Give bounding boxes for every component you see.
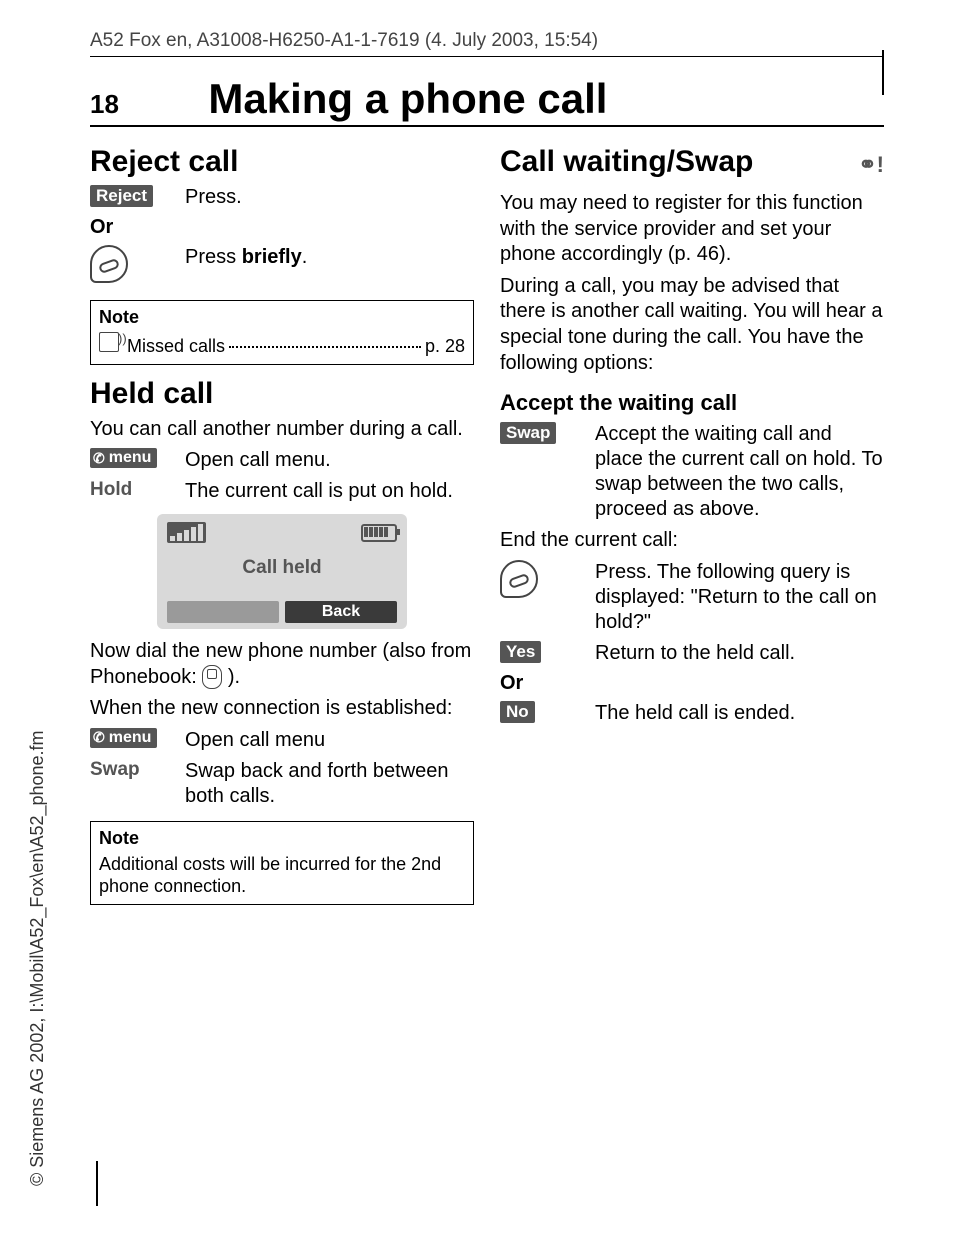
yes-softkey: Yes xyxy=(500,641,541,663)
title-row: 18 Making a phone call xyxy=(90,75,884,127)
swap-label: Swap xyxy=(90,759,140,780)
note2-body: Additional costs will be incurred for th… xyxy=(99,853,465,898)
heading-reject-call: Reject call xyxy=(90,145,474,179)
note-box-costs: Note Additional costs will be incurred f… xyxy=(90,821,474,905)
heading-call-waiting: Call waiting/Swap xyxy=(500,145,753,179)
hold-label: Hold xyxy=(90,479,132,500)
dot-leader xyxy=(229,346,421,348)
note2-title: Note xyxy=(99,828,465,849)
crop-mark-bl xyxy=(96,1161,98,1206)
note-box-missed: Note Missed calls p. 28 xyxy=(90,300,474,365)
left-column: Reject call Reject Press. Or Press brief… xyxy=(90,145,474,917)
when-connection: When the new connection is established: xyxy=(90,696,474,722)
swap-softkey: Swap xyxy=(500,422,556,444)
held-intro: You can call another number during a cal… xyxy=(90,417,474,443)
header-rule xyxy=(90,56,884,57)
end-current-label: End the current call: xyxy=(500,528,884,554)
page-number: 18 xyxy=(90,89,119,120)
press-briefly-pre: Press xyxy=(185,246,242,268)
no-softkey: No xyxy=(500,701,535,723)
heading-held-call: Held call xyxy=(90,377,474,411)
now-dial-post: ). xyxy=(222,666,240,688)
no-desc: The held call is ended. xyxy=(595,701,884,726)
reject-softkey: Reject xyxy=(90,185,153,207)
battery-icon xyxy=(361,524,397,542)
phone-screen-illustration: Call held Back xyxy=(157,514,407,629)
screen-status-text: Call held xyxy=(167,549,397,601)
page-title: Making a phone call xyxy=(208,75,607,123)
or-label-2: Or xyxy=(500,672,884,695)
network-dependent-icon: ⚭! xyxy=(858,152,884,178)
note-title: Note xyxy=(99,307,465,328)
menu-desc: Open call menu. xyxy=(185,448,474,473)
press-briefly: Press briefly. xyxy=(185,245,474,270)
screen-left-softkey xyxy=(167,601,279,623)
signal-icon xyxy=(167,522,206,543)
missed-calls-icon xyxy=(99,332,119,352)
phonebook-key-icon xyxy=(202,665,222,689)
now-dial-text: Now dial the new phone number (also from… xyxy=(90,639,474,690)
screen-back-softkey: Back xyxy=(285,601,397,623)
press-briefly-bold: briefly xyxy=(242,246,302,268)
yes-desc: Return to the held call. xyxy=(595,641,884,666)
menu-softkey-2: menu xyxy=(90,728,157,748)
note-missed-line: Missed calls p. 28 xyxy=(99,332,465,358)
swap-softkey-desc: Accept the waiting call and place the cu… xyxy=(595,422,884,522)
reject-desc: Press. xyxy=(185,185,474,210)
note-missed-label: Missed calls xyxy=(127,335,225,358)
note-missed-page: p. 28 xyxy=(425,335,465,358)
doc-header: A52 Fox en, A31008-H6250-A1-1-7619 (4. J… xyxy=(90,30,884,52)
now-dial-pre: Now dial the new phone number (also from… xyxy=(90,640,471,688)
waiting-p1: You may need to register for this functi… xyxy=(500,191,884,268)
end-call-key-icon-2 xyxy=(500,560,538,598)
end-desc: Press. The following query is displayed:… xyxy=(595,560,884,635)
end-call-key-icon xyxy=(90,245,128,283)
or-label: Or xyxy=(90,216,474,239)
press-briefly-post: . xyxy=(302,246,308,268)
waiting-p2: During a call, you may be advised that t… xyxy=(500,274,884,376)
heading-accept-waiting: Accept the waiting call xyxy=(500,390,884,416)
right-column: Call waiting/Swap ⚭! You may need to reg… xyxy=(500,145,884,917)
menu-desc-2: Open call menu xyxy=(185,728,474,753)
hold-desc: The current call is put on hold. xyxy=(185,479,474,504)
swap-desc: Swap back and forth between both calls. xyxy=(185,759,474,809)
crop-mark xyxy=(882,50,884,95)
menu-softkey: menu xyxy=(90,448,157,468)
copyright-sideways: © Siemens AG 2002, I:\Mobil\A52_Fox\en\A… xyxy=(27,730,48,1186)
